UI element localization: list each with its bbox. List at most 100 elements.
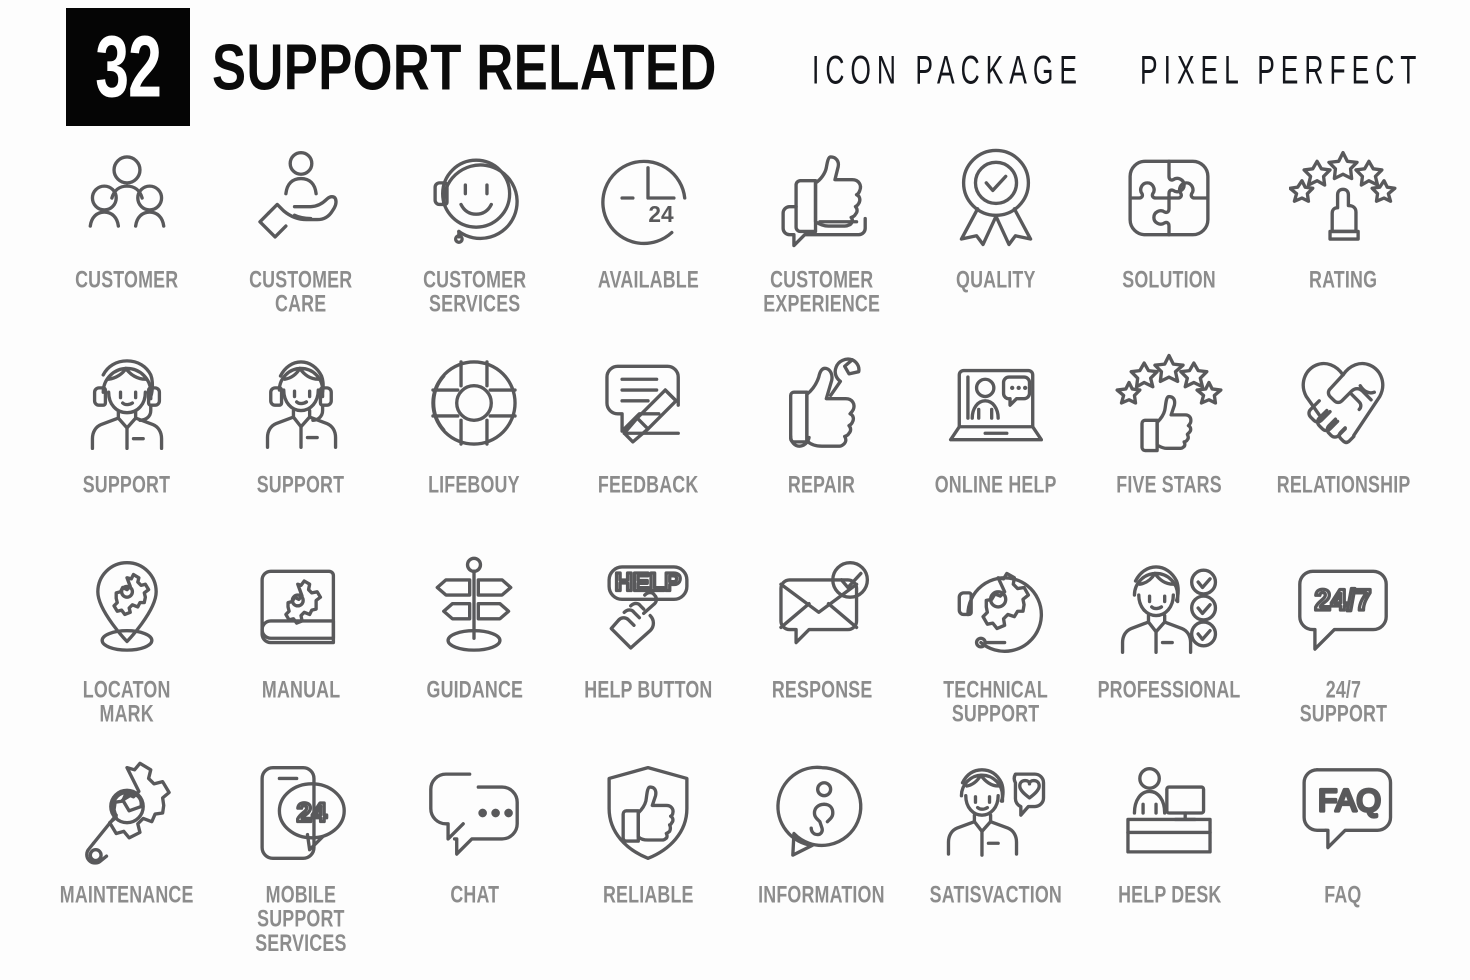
speech-bubble-pencil-icon bbox=[590, 345, 706, 461]
icon-cell[interactable]: GUIDANCE bbox=[388, 550, 562, 755]
icon-count-badge: 32 bbox=[66, 8, 190, 126]
icon-cell[interactable]: HELP HELP BUTTON bbox=[561, 550, 735, 755]
thumbs-up-speech-bubble-icon bbox=[764, 140, 880, 256]
icon-label: REPAIR bbox=[788, 471, 856, 499]
icon-label: MANUAL bbox=[261, 676, 340, 704]
icon-cell[interactable]: RELATIONSHIP bbox=[1256, 345, 1430, 550]
icon-cell[interactable]: FIVE STARS bbox=[1083, 345, 1257, 550]
icon-cell[interactable]: CHAT bbox=[388, 755, 562, 960]
svg-text:24: 24 bbox=[296, 798, 326, 828]
page-header: 32 SUPPORT RELATED ICON PACKAGE PIXEL PE… bbox=[66, 8, 1470, 126]
icon-cell[interactable]: REPAIR bbox=[735, 345, 909, 550]
header-text-group: SUPPORT RELATED ICON PACKAGE PIXEL PERFE… bbox=[190, 8, 1470, 126]
icon-label: LOCATON MARK bbox=[82, 676, 171, 728]
header-subtitle-group: ICON PACKAGE PIXEL PERFECT bbox=[812, 49, 1470, 89]
lifebuoy-ring-icon bbox=[416, 345, 532, 461]
icon-cell[interactable]: LIFEBOUY bbox=[388, 345, 562, 550]
icon-count-number: 32 bbox=[95, 17, 162, 116]
icon-label: CHAT bbox=[449, 881, 499, 909]
icon-grid: CUSTOMER CUSTOMER CARE CUSTOMER SERVICES… bbox=[40, 140, 1430, 960]
icon-label: FEEDBACK bbox=[597, 471, 699, 499]
icon-cell[interactable]: TECHNICAL SUPPORT bbox=[909, 550, 1083, 755]
icon-cell[interactable]: RELIABLE bbox=[561, 755, 735, 960]
icon-label: HELP BUTTON bbox=[584, 676, 713, 704]
female-agent-headset-icon bbox=[69, 345, 185, 461]
faq-speech-bubble-icon: FAQ bbox=[1285, 755, 1401, 871]
icon-cell[interactable]: CUSTOMER EXPERIENCE bbox=[735, 140, 909, 345]
icon-label: 24/7 SUPPORT bbox=[1299, 676, 1387, 728]
icon-cell[interactable]: 24 AVAILABLE bbox=[561, 140, 735, 345]
info-speech-bubble-icon bbox=[764, 755, 880, 871]
icon-cell[interactable]: CUSTOMER bbox=[40, 140, 214, 345]
mobile-phone-24-bubble-icon: 24 bbox=[243, 755, 359, 871]
envelope-check-bubble-icon bbox=[764, 550, 880, 666]
svg-text:24/7: 24/7 bbox=[1315, 585, 1372, 617]
icon-cell[interactable]: SOLUTION bbox=[1083, 140, 1257, 345]
headset-smiley-face-icon bbox=[416, 140, 532, 256]
gear-headset-icon bbox=[938, 550, 1054, 666]
icon-cell[interactable]: CUSTOMER CARE bbox=[214, 140, 388, 345]
hand-pointing-stars-icon bbox=[1285, 140, 1401, 256]
icon-label: HELP DESK bbox=[1117, 881, 1222, 909]
puzzle-pieces-icon bbox=[1111, 140, 1227, 256]
icon-label: RELIABLE bbox=[602, 881, 694, 909]
icon-cell[interactable]: PROFESSIONAL bbox=[1083, 550, 1257, 755]
icon-cell[interactable]: 24 MOBILE SUPPORT SERVICES bbox=[214, 755, 388, 960]
icon-label: CUSTOMER SERVICES bbox=[422, 266, 526, 318]
icon-cell[interactable]: FEEDBACK bbox=[561, 345, 735, 550]
icon-label: TECHNICAL SUPPORT bbox=[943, 676, 1048, 728]
icon-cell[interactable]: ONLINE HELP bbox=[909, 345, 1083, 550]
icon-label: MAINTENANCE bbox=[59, 881, 194, 909]
icon-label: CUSTOMER bbox=[75, 266, 179, 294]
icon-label: GUIDANCE bbox=[426, 676, 523, 704]
icon-cell[interactable]: RESPONSE bbox=[735, 550, 909, 755]
icon-cell[interactable]: CUSTOMER SERVICES bbox=[388, 140, 562, 345]
icon-cell[interactable]: 24/7 24/7 SUPPORT bbox=[1256, 550, 1430, 755]
icon-cell[interactable]: SATISVACTION bbox=[909, 755, 1083, 960]
person-on-hand-icon bbox=[243, 140, 359, 256]
icon-label: CUSTOMER CARE bbox=[249, 266, 353, 318]
icon-label: SATISVACTION bbox=[929, 881, 1062, 909]
icon-cell[interactable]: HELP DESK bbox=[1083, 755, 1257, 960]
icon-cell[interactable]: QUALITY bbox=[909, 140, 1083, 345]
laptop-chat-person-icon bbox=[938, 345, 1054, 461]
icon-cell[interactable]: SUPPORT bbox=[40, 345, 214, 550]
agent-headset-icon bbox=[243, 345, 359, 461]
icon-label: FIVE STARS bbox=[1116, 471, 1223, 499]
icon-cell[interactable]: MANUAL bbox=[214, 550, 388, 755]
handshake-heart-icon bbox=[1285, 345, 1401, 461]
icon-label: RESPONSE bbox=[771, 676, 873, 704]
icon-cell[interactable]: INFORMATION bbox=[735, 755, 909, 960]
thumbs-up-five-stars-icon bbox=[1111, 345, 1227, 461]
book-gear-icon bbox=[243, 550, 359, 666]
icon-cell[interactable]: SUPPORT bbox=[214, 345, 388, 550]
icon-label: RELATIONSHIP bbox=[1276, 471, 1410, 499]
icon-label: RATING bbox=[1309, 266, 1378, 294]
icon-label: MOBILE SUPPORT SERVICES bbox=[254, 881, 347, 957]
subtitle-pixel-perfect: PIXEL PERFECT bbox=[1140, 46, 1423, 92]
icon-label: CUSTOMER EXPERIENCE bbox=[763, 266, 881, 318]
three-people-group-icon bbox=[69, 140, 185, 256]
thumbs-up-wrench-icon bbox=[764, 345, 880, 461]
svg-text:FAQ: FAQ bbox=[1318, 783, 1381, 818]
icon-label: PROFESSIONAL bbox=[1097, 676, 1241, 704]
two-chat-bubbles-icon bbox=[416, 755, 532, 871]
icon-label: SUPPORT bbox=[83, 471, 171, 499]
icon-cell[interactable]: MAINTENANCE bbox=[40, 755, 214, 960]
icon-label: SOLUTION bbox=[1122, 266, 1217, 294]
page-title: SUPPORT RELATED bbox=[212, 31, 717, 104]
help-button-hand-click-icon: HELP bbox=[590, 550, 706, 666]
subtitle-icon-package: ICON PACKAGE bbox=[811, 46, 1083, 92]
icon-label: SUPPORT bbox=[256, 471, 345, 499]
icon-cell[interactable]: FAQ FAQ bbox=[1256, 755, 1430, 960]
gear-wrench-icon bbox=[69, 755, 185, 871]
help-desk-counter-icon bbox=[1111, 755, 1227, 871]
clock-24-icon: 24 bbox=[590, 140, 706, 256]
map-pin-gear-icon bbox=[69, 550, 185, 666]
svg-text:24: 24 bbox=[648, 201, 674, 227]
award-ribbon-check-icon bbox=[938, 140, 1054, 256]
icon-cell[interactable]: LOCATON MARK bbox=[40, 550, 214, 755]
icon-label: INFORMATION bbox=[758, 881, 886, 909]
icon-cell[interactable]: RATING bbox=[1256, 140, 1430, 345]
icon-label: AVAILABLE bbox=[597, 266, 699, 294]
